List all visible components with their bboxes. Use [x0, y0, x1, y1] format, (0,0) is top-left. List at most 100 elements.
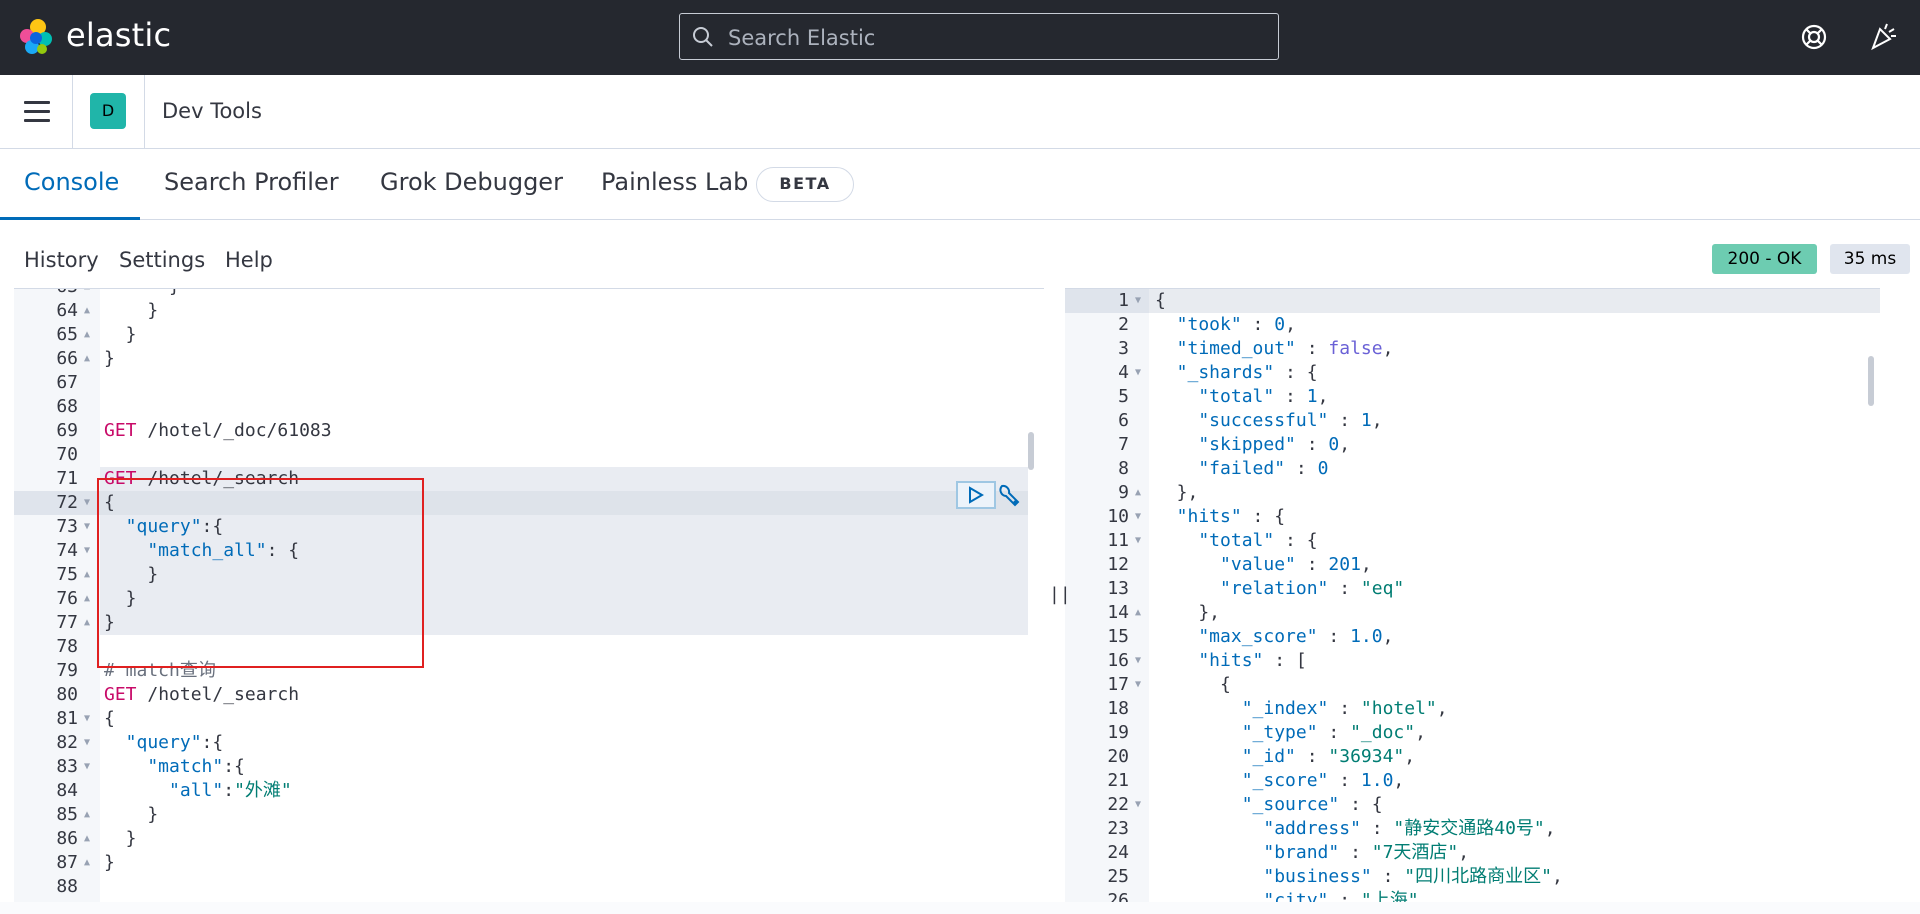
fold-close-icon[interactable]: ▲ — [1135, 601, 1141, 625]
json-punct: , — [1418, 890, 1430, 902]
code-line[interactable]: 25 "business" : "四川北路商业区", — [1065, 865, 1880, 889]
json-punct: : { — [1241, 506, 1286, 527]
global-search-input[interactable]: Search Elastic — [679, 13, 1279, 60]
scrollbar[interactable] — [1868, 356, 1874, 406]
code-line[interactable]: 7 "skipped" : 0, — [1065, 433, 1880, 457]
line-number: 74 — [56, 540, 78, 561]
code-line[interactable]: 88 — [14, 875, 1044, 899]
code-line[interactable]: 17 ▼ { — [1065, 673, 1880, 697]
fold-close-icon[interactable]: ▲ — [84, 587, 90, 611]
panel-resizer[interactable]: || — [1049, 584, 1071, 605]
code-line[interactable]: 65 ▲ } — [14, 323, 1044, 347]
tab-grok-debugger[interactable]: Grok Debugger — [380, 168, 563, 196]
fold-open-icon[interactable]: ▼ — [84, 491, 90, 515]
fold-open-icon[interactable]: ▼ — [1135, 529, 1141, 553]
json-punct: { — [104, 708, 115, 729]
history-link[interactable]: History — [24, 248, 99, 272]
code-line[interactable]: 13 "relation" : "eq" — [1065, 577, 1880, 601]
fold-open-icon[interactable]: ▼ — [1135, 289, 1141, 313]
code-line[interactable]: 86 ▲ } — [14, 827, 1044, 851]
fold-close-icon[interactable]: ▲ — [84, 611, 90, 635]
code-line[interactable]: 85 ▲ } — [14, 803, 1044, 827]
fold-open-icon[interactable]: ▼ — [1135, 649, 1141, 673]
scrollbar[interactable] — [1028, 432, 1034, 470]
code-line[interactable]: 80 GET /hotel/_search — [14, 683, 1044, 707]
code-line[interactable]: 81 ▼ { — [14, 707, 1044, 731]
code-line[interactable]: 23 "address" : "静安交通路40号", — [1065, 817, 1880, 841]
code-line[interactable]: 2 "took" : 0, — [1065, 313, 1880, 337]
code-line[interactable]: 10 ▼ "hits" : { — [1065, 505, 1880, 529]
help-link[interactable]: Help — [225, 248, 273, 272]
newsfeed-icon[interactable] — [1868, 21, 1898, 51]
code-line[interactable]: 11 ▼ "total" : { — [1065, 529, 1880, 553]
fold-open-icon[interactable]: ▼ — [1135, 673, 1141, 697]
line-number: 18 — [1107, 698, 1129, 719]
code-line[interactable]: 3 "timed_out" : false, — [1065, 337, 1880, 361]
code-line[interactable]: 68 — [14, 395, 1044, 419]
code-line[interactable]: 22 ▼ "_source" : { — [1065, 793, 1880, 817]
code-line[interactable]: 19 "_type" : "_doc", — [1065, 721, 1880, 745]
json-punct: : — [1339, 842, 1372, 863]
code-line[interactable]: 69 GET /hotel/_doc/61083 — [14, 419, 1044, 443]
code-line[interactable]: 16 ▼ "hits" : [ — [1065, 649, 1880, 673]
elastic-logo-icon[interactable] — [18, 18, 54, 56]
code-text: "_id" : "36934", — [1155, 745, 1415, 769]
line-number: 66 — [56, 348, 78, 369]
wrench-icon[interactable] — [996, 482, 1022, 508]
code-line[interactable]: 70 — [14, 443, 1044, 467]
code-line[interactable]: 1 ▼ { — [1065, 289, 1880, 313]
code-line[interactable]: 24 "brand" : "7天酒店", — [1065, 841, 1880, 865]
code-line[interactable]: 63 ▲ } — [14, 289, 1044, 299]
code-line[interactable]: 12 "value" : 201, — [1065, 553, 1880, 577]
fold-close-icon[interactable]: ▲ — [84, 563, 90, 587]
code-line[interactable]: 83 ▼ "match":{ — [14, 755, 1044, 779]
code-line[interactable]: 64 ▲ } — [14, 299, 1044, 323]
fold-close-icon[interactable]: ▲ — [84, 323, 90, 347]
fold-open-icon[interactable]: ▼ — [1135, 361, 1141, 385]
code-line[interactable]: 66 ▲} — [14, 347, 1044, 371]
code-line[interactable]: 84 "all":"外滩" — [14, 779, 1044, 803]
fold-close-icon[interactable]: ▲ — [84, 289, 90, 299]
code-text: "city" : "上海", — [1155, 889, 1429, 902]
code-line[interactable]: 4 ▼ "_shards" : { — [1065, 361, 1880, 385]
tab-console[interactable]: Console — [24, 168, 119, 196]
fold-close-icon[interactable]: ▲ — [84, 299, 90, 323]
line-number: 71 — [56, 468, 78, 489]
response-editor[interactable]: 1 ▼{2 "took" : 0, 3 "timed_out" : false, 4 ▼… — [1065, 288, 1880, 902]
code-text: { — [1155, 289, 1166, 313]
code-line[interactable]: 82 ▼ "query":{ — [14, 731, 1044, 755]
tab-search-profiler[interactable]: Search Profiler — [164, 168, 339, 196]
code-line[interactable]: 87 ▲} — [14, 851, 1044, 875]
code-line[interactable]: 67 — [14, 371, 1044, 395]
code-line[interactable]: 8 "failed" : 0 — [1065, 457, 1880, 481]
code-line[interactable]: 26 "city" : "上海", — [1065, 889, 1880, 902]
space-avatar[interactable]: D — [90, 93, 126, 129]
code-line[interactable]: 20 "_id" : "36934", — [1065, 745, 1880, 769]
fold-open-icon[interactable]: ▼ — [84, 515, 90, 539]
fold-open-icon[interactable]: ▼ — [84, 707, 90, 731]
menu-icon[interactable] — [24, 101, 50, 123]
fold-open-icon[interactable]: ▼ — [84, 539, 90, 563]
code-line[interactable]: 5 "total" : 1, — [1065, 385, 1880, 409]
code-line[interactable]: 15 "max_score" : 1.0, — [1065, 625, 1880, 649]
send-request-button[interactable] — [956, 481, 996, 509]
fold-open-icon[interactable]: ▼ — [84, 755, 90, 779]
settings-link[interactable]: Settings — [119, 248, 205, 272]
code-line[interactable]: 21 "_score" : 1.0, — [1065, 769, 1880, 793]
fold-open-icon[interactable]: ▼ — [1135, 793, 1141, 817]
json-punct: : [ — [1263, 650, 1307, 671]
fold-close-icon[interactable]: ▲ — [84, 827, 90, 851]
code-line[interactable]: 9 ▲ }, — [1065, 481, 1880, 505]
fold-open-icon[interactable]: ▼ — [1135, 505, 1141, 529]
fold-close-icon[interactable]: ▲ — [84, 347, 90, 371]
tab-painless-lab[interactable]: Painless Lab — [601, 168, 748, 196]
code-line[interactable]: 18 "_index" : "hotel", — [1065, 697, 1880, 721]
fold-close-icon[interactable]: ▲ — [84, 803, 90, 827]
brand-name[interactable]: elastic — [66, 16, 171, 54]
code-line[interactable]: 14 ▲ }, — [1065, 601, 1880, 625]
help-icon[interactable] — [1800, 23, 1828, 51]
fold-close-icon[interactable]: ▲ — [84, 851, 90, 875]
fold-close-icon[interactable]: ▲ — [1135, 481, 1141, 505]
fold-open-icon[interactable]: ▼ — [84, 731, 90, 755]
code-line[interactable]: 6 "successful" : 1, — [1065, 409, 1880, 433]
